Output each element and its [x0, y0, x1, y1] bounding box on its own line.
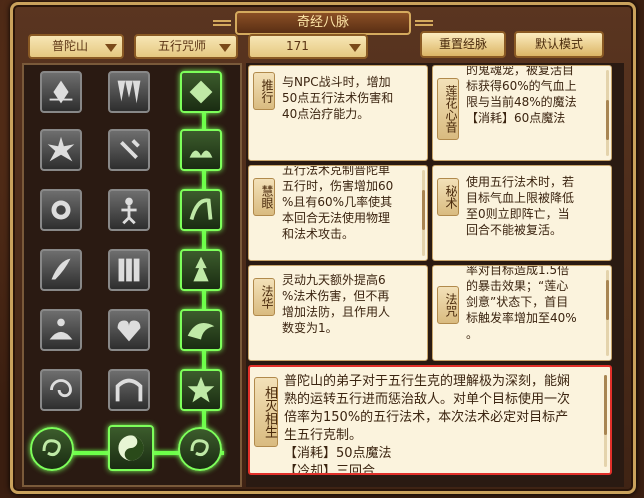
scroll-thumb[interactable]	[604, 375, 607, 435]
default-mode-button[interactable]: 默认模式	[514, 31, 604, 58]
card-scrollbar[interactable]	[606, 70, 609, 156]
talisman-icon[interactable]	[108, 249, 150, 291]
gate-icon[interactable]	[108, 369, 150, 411]
lotus-seat-icon[interactable]	[180, 129, 222, 171]
skill-card-text: 率对目标造成1.5倍 的暴击效果；“莲心 剑意”状态下，首目 标触发率增加至40…	[466, 265, 577, 341]
skill-card-text: 使用五行法术时，若 目标气血上限被降低 至0则立即阵亡，当 回合不能被复活。	[466, 175, 575, 237]
kneeling-sage-icon[interactable]	[180, 189, 222, 231]
spiral-icon[interactable]	[40, 369, 82, 411]
skill-card-label: 慧眼	[253, 178, 275, 216]
skill-tree-panel	[22, 63, 242, 487]
detail-scrollbar[interactable]	[604, 375, 607, 467]
skill-card-label: 法华	[253, 278, 275, 316]
skill-card-label: 法咒	[437, 286, 459, 324]
skill-card-huiyan[interactable]: 慧眼 五行法术克制普陀单 五行时，伤害增加60 %且有60%几率使其 本回合无法…	[248, 165, 428, 261]
faction-dropdown-value: 五行咒师	[158, 39, 207, 53]
skill-card-tuixing[interactable]: 推行 与NPC战斗时，增加 50点五行法术伤害和 40点治疗能力。	[248, 65, 428, 161]
selected-skill-label: 相灭相生	[254, 377, 278, 447]
monk-icon[interactable]	[108, 189, 150, 231]
scroll-thumb[interactable]	[422, 190, 425, 230]
skill-card-text: 五行法术克制普陀单 五行时，伤害增加60 %且有60%几率使其 本回合无法使用物…	[282, 165, 394, 241]
reset-meridian-label: 重置经脉	[438, 37, 487, 51]
chevron-down-icon	[349, 44, 361, 52]
window-title-text: 奇经八脉	[296, 15, 349, 30]
skill-card-fahua[interactable]: 法华 灵动九天额外提高6 %法术伤害，但不再 增加法防，且作用人 数变为1。	[248, 265, 428, 361]
title-ornament-right	[415, 20, 433, 26]
stupa-icon[interactable]	[180, 249, 222, 291]
reset-meridian-button[interactable]: 重置经脉	[420, 31, 506, 58]
skill-card-text: 灵动九天额外提高6 %法术伤害，但不再 增加法防，且作用人 数变为1。	[282, 273, 391, 335]
default-mode-label: 默认模式	[534, 37, 583, 51]
scroll-thumb[interactable]	[606, 280, 609, 320]
skill-card-text: 的鬼魂宠，被复活目 标获得60%的气血上 限与当前48%的魔法 【消耗】60点魔…	[466, 65, 577, 125]
flame-lotus-icon[interactable]	[40, 189, 82, 231]
burst-icon[interactable]	[40, 129, 82, 171]
selected-skill-text: 普陀山的弟子对于五行生克的理解极为深刻，能娴 熟的运转五行进而惩治敌人。对单个目…	[284, 374, 571, 475]
skill-card-label: 秘术	[437, 178, 459, 216]
skill-card-label: 推行	[253, 72, 275, 110]
level-dropdown-value: 171	[286, 39, 309, 53]
scroll-thumb[interactable]	[606, 100, 609, 140]
skill-card-label: 莲花心音	[437, 78, 459, 140]
skill-card-text: 与NPC战斗时，增加 50点五行法术伤害和 40点治疗能力。	[282, 75, 394, 121]
skill-card-lianhuaxinyin[interactable]: 莲花心音 的鬼魂宠，被复活目 标获得60%的气血上 限与当前48%的魔法 【消耗…	[432, 65, 612, 161]
card-scrollbar[interactable]	[422, 170, 425, 256]
title-ornament-left	[213, 20, 231, 26]
selected-skill-detail: 相灭相生 普陀山的弟子对于五行生克的理解极为深刻，能娴 熟的运转五行进而惩治敌人…	[248, 365, 612, 475]
school-dropdown-value: 普陀山	[52, 39, 89, 53]
chevron-down-icon	[219, 44, 231, 52]
bell-hammer-icon[interactable]	[108, 129, 150, 171]
lotus-meditate-icon[interactable]	[40, 309, 82, 351]
star-seal-icon[interactable]	[180, 369, 222, 411]
card-scrollbar[interactable]	[606, 270, 609, 356]
scroll-diamond-icon[interactable]	[180, 71, 222, 113]
orchid-icon[interactable]	[40, 249, 82, 291]
heart-shards-icon[interactable]	[108, 309, 150, 351]
faction-dropdown[interactable]: 五行咒师	[134, 34, 238, 59]
swirl-orb-right-icon[interactable]	[178, 427, 222, 471]
level-dropdown[interactable]: 171	[248, 34, 368, 59]
school-dropdown[interactable]: 普陀山	[28, 34, 124, 59]
wave-crest-icon[interactable]	[180, 309, 222, 351]
taiji-icon[interactable]	[108, 425, 154, 471]
chevron-down-icon	[105, 44, 117, 52]
swirl-orb-left-icon[interactable]	[30, 427, 74, 471]
window-title: 奇经八脉	[213, 11, 433, 35]
skill-card-fazhou[interactable]: 法咒 率对目标造成1.5倍 的暴击效果；“莲心 剑意”状态下，首目 标触发率增加…	[432, 265, 612, 361]
lotus-rise-icon[interactable]	[40, 71, 82, 113]
stalactite-icon[interactable]	[108, 71, 150, 113]
skill-card-mishu[interactable]: 秘术 使用五行法术时，若 目标气血上限被降低 至0则立即阵亡，当 回合不能被复活…	[432, 165, 612, 261]
